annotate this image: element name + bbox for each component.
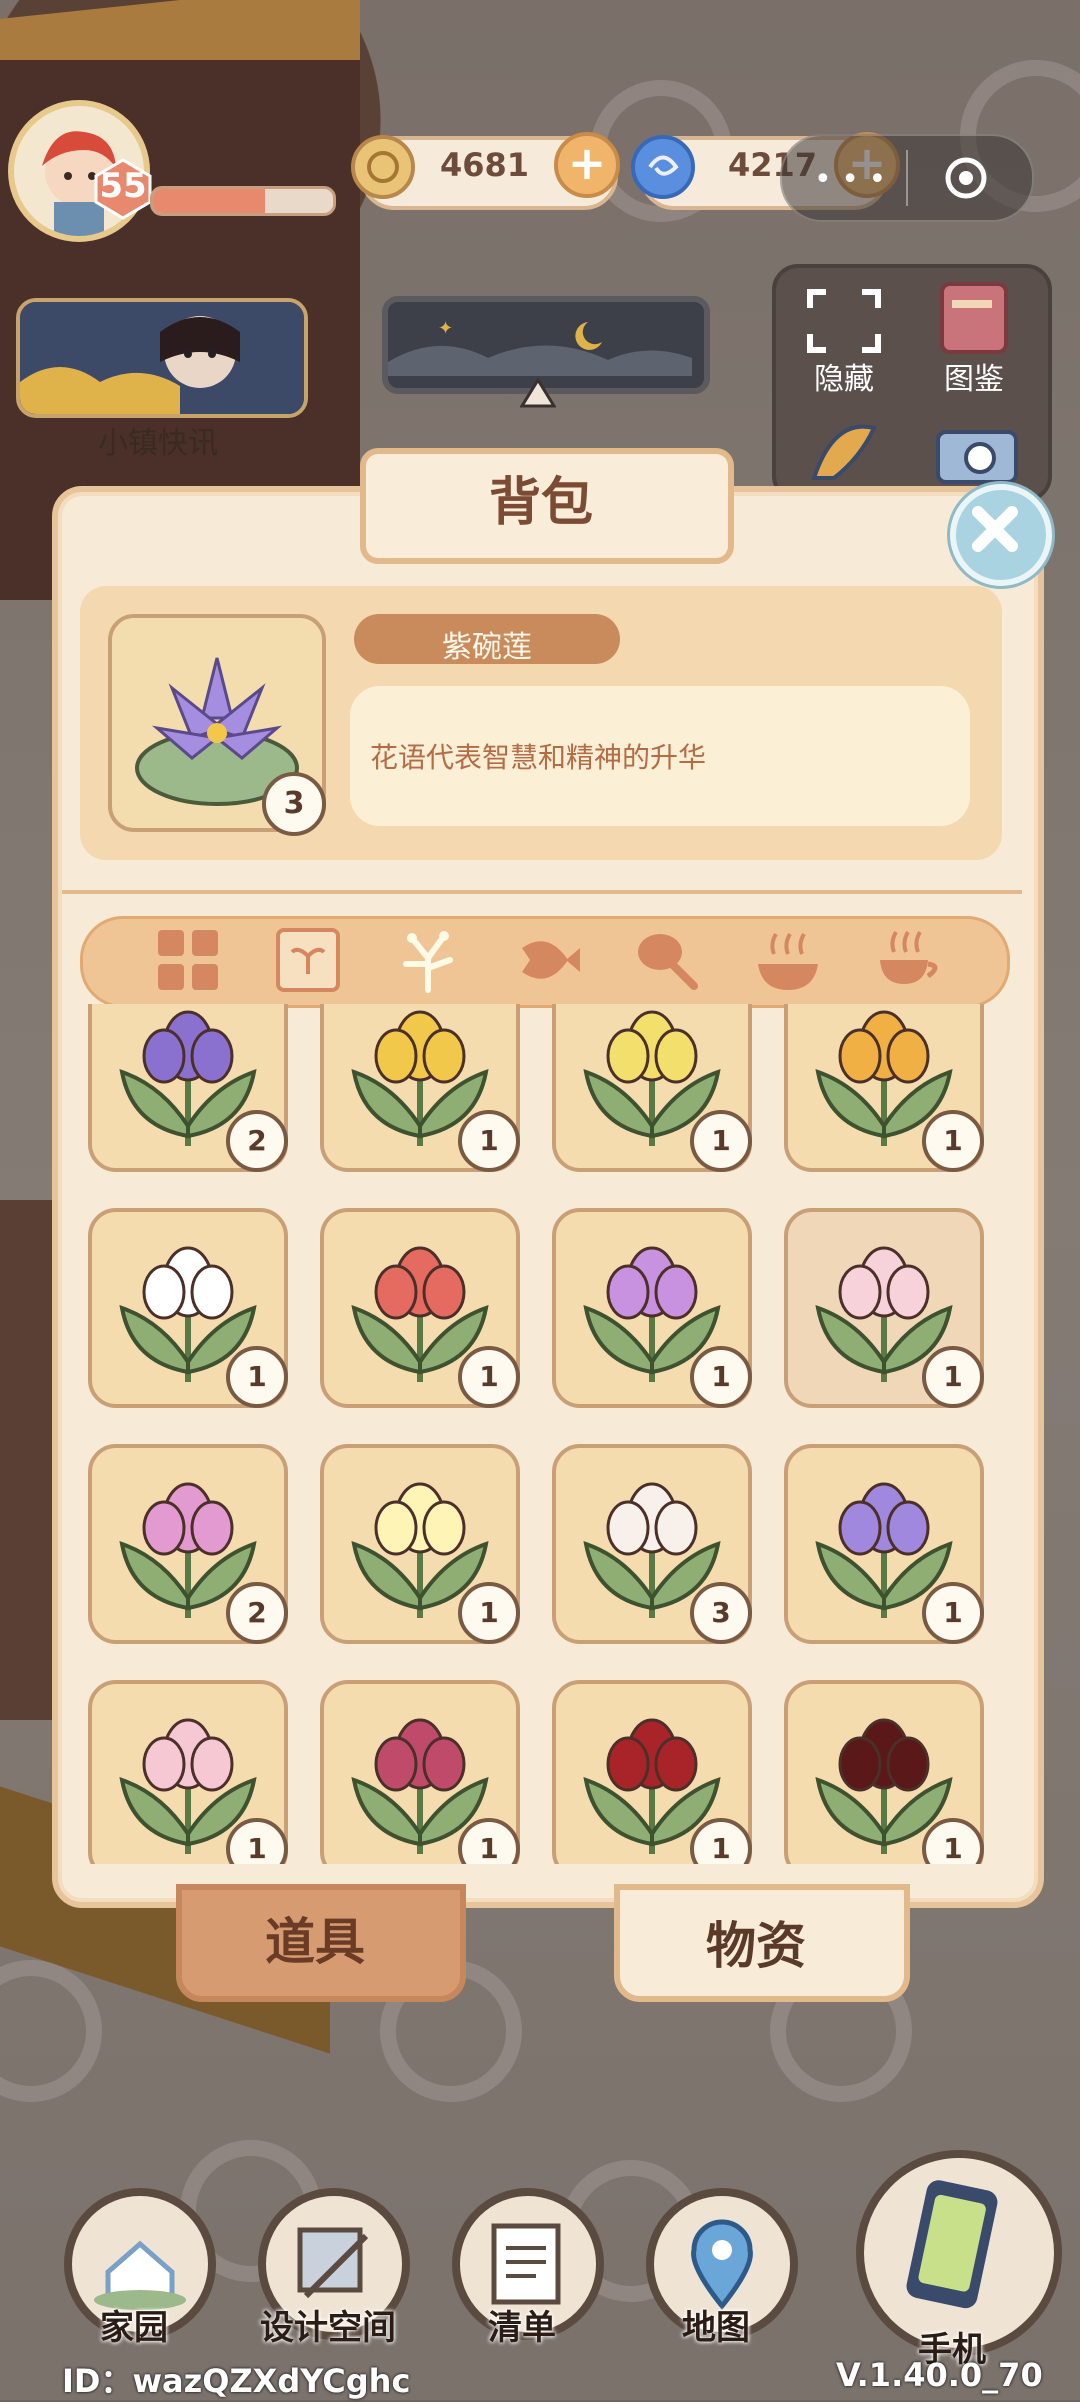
item-slot-orange-lily[interactable]: 1: [784, 1004, 984, 1172]
item-slot-purple-tulip[interactable]: 2: [88, 1004, 288, 1172]
town-news-label: 小镇快讯: [98, 426, 218, 461]
miniprogram-capsule: • • •: [780, 134, 1034, 222]
selected-item-count: 3: [262, 772, 326, 836]
flower-icon[interactable]: [392, 924, 464, 996]
item-slot-red-carnation[interactable]: 1: [552, 1680, 752, 1864]
tab-tools-label: 道具: [265, 1913, 365, 1971]
more-icon[interactable]: • • •: [814, 162, 886, 197]
item-count: 1: [690, 1346, 752, 1408]
item-slot-pink-tulip[interactable]: 1: [88, 1680, 288, 1864]
xp-progress-bar: [150, 186, 336, 216]
item-name: 紫碗莲: [442, 630, 532, 665]
item-slot-yellow-calla[interactable]: 1: [552, 1004, 752, 1172]
close-icon: [972, 506, 1018, 552]
item-slot-pink-lily[interactable]: 1: [784, 1208, 984, 1408]
tea-icon[interactable]: [872, 924, 944, 996]
floor-tile: [0, 1960, 102, 2102]
tab-materials-label: 物资: [706, 1917, 806, 1975]
coin-amount: 4681: [440, 146, 530, 184]
item-slot-yellow-daffodil[interactable]: 1: [320, 1004, 520, 1172]
seed-icon[interactable]: [272, 924, 344, 996]
tools-panel: 隐藏 图鉴: [772, 264, 1052, 502]
map-label: 地图: [682, 2308, 750, 2348]
bird-icon[interactable]: [804, 408, 884, 488]
item-slot-violet-flower[interactable]: 1: [552, 1208, 752, 1408]
meat-icon[interactable]: [632, 924, 704, 996]
gem-icon: [630, 134, 696, 200]
level-number: 55: [99, 166, 147, 206]
item-count: 1: [922, 1346, 984, 1408]
item-slot-white-lily[interactable]: 1: [88, 1208, 288, 1408]
item-slot-red-chrysanthemum[interactable]: 1: [320, 1680, 520, 1864]
album-label: 图鉴: [944, 362, 1004, 397]
fish-icon[interactable]: [512, 924, 584, 996]
home-label: 家园: [100, 2308, 168, 2348]
item-count: 1: [458, 1346, 520, 1408]
close-button[interactable]: [950, 484, 1052, 586]
section-divider: [62, 890, 1022, 894]
xp-progress-fill: [153, 189, 265, 213]
add-coins-button[interactable]: +: [554, 132, 620, 198]
moon-icon: [575, 322, 602, 350]
item-count: 2: [226, 1110, 288, 1172]
player-id: ID：wazQZXdYCghc: [62, 2362, 411, 2400]
phone-icon: [906, 2180, 998, 2309]
close-miniprogram-icon[interactable]: [942, 154, 990, 202]
item-description: 花语代表智慧和精神的升华: [370, 741, 707, 774]
item-count: 3: [690, 1582, 752, 1644]
design-space-label: 设计空间: [260, 2308, 396, 2348]
list-label: 清单: [488, 2308, 556, 2348]
svg-text:✦: ✦: [438, 318, 453, 339]
hide-icon[interactable]: [804, 286, 884, 356]
time-pointer-icon: [519, 377, 557, 408]
item-slot-white-tulip[interactable]: 3: [552, 1444, 752, 1644]
camera-icon[interactable]: [934, 416, 1020, 486]
item-count: 1: [690, 1110, 752, 1172]
item-count: 1: [458, 1110, 520, 1172]
item-slot-dark-calla[interactable]: 1: [784, 1680, 984, 1864]
item-count: 1: [922, 1582, 984, 1644]
item-slot-red-flower[interactable]: 1: [320, 1208, 520, 1408]
item-slot-cream-lily[interactable]: 1: [320, 1444, 520, 1644]
version-label: V.1.40.0_70: [836, 2356, 1043, 2394]
item-grid: 2111111121311111: [80, 1004, 1000, 1864]
item-count: 1: [458, 1582, 520, 1644]
bowl-icon[interactable]: [752, 924, 824, 996]
town-news-banner[interactable]: [16, 298, 308, 418]
item-slot-pink-hydrangea[interactable]: 2: [88, 1444, 288, 1644]
item-count: 2: [226, 1582, 288, 1644]
item-count: 1: [922, 1110, 984, 1172]
modal-title: 背包: [488, 473, 593, 533]
item-slot-lavender-flower[interactable]: 1: [784, 1444, 984, 1644]
item-count: 1: [226, 1346, 288, 1408]
hide-label: 隐藏: [814, 362, 874, 397]
coin-icon: [350, 134, 416, 200]
grid-icon[interactable]: [152, 924, 224, 996]
capsule-divider: [906, 150, 908, 206]
album-icon[interactable]: [934, 280, 1014, 356]
